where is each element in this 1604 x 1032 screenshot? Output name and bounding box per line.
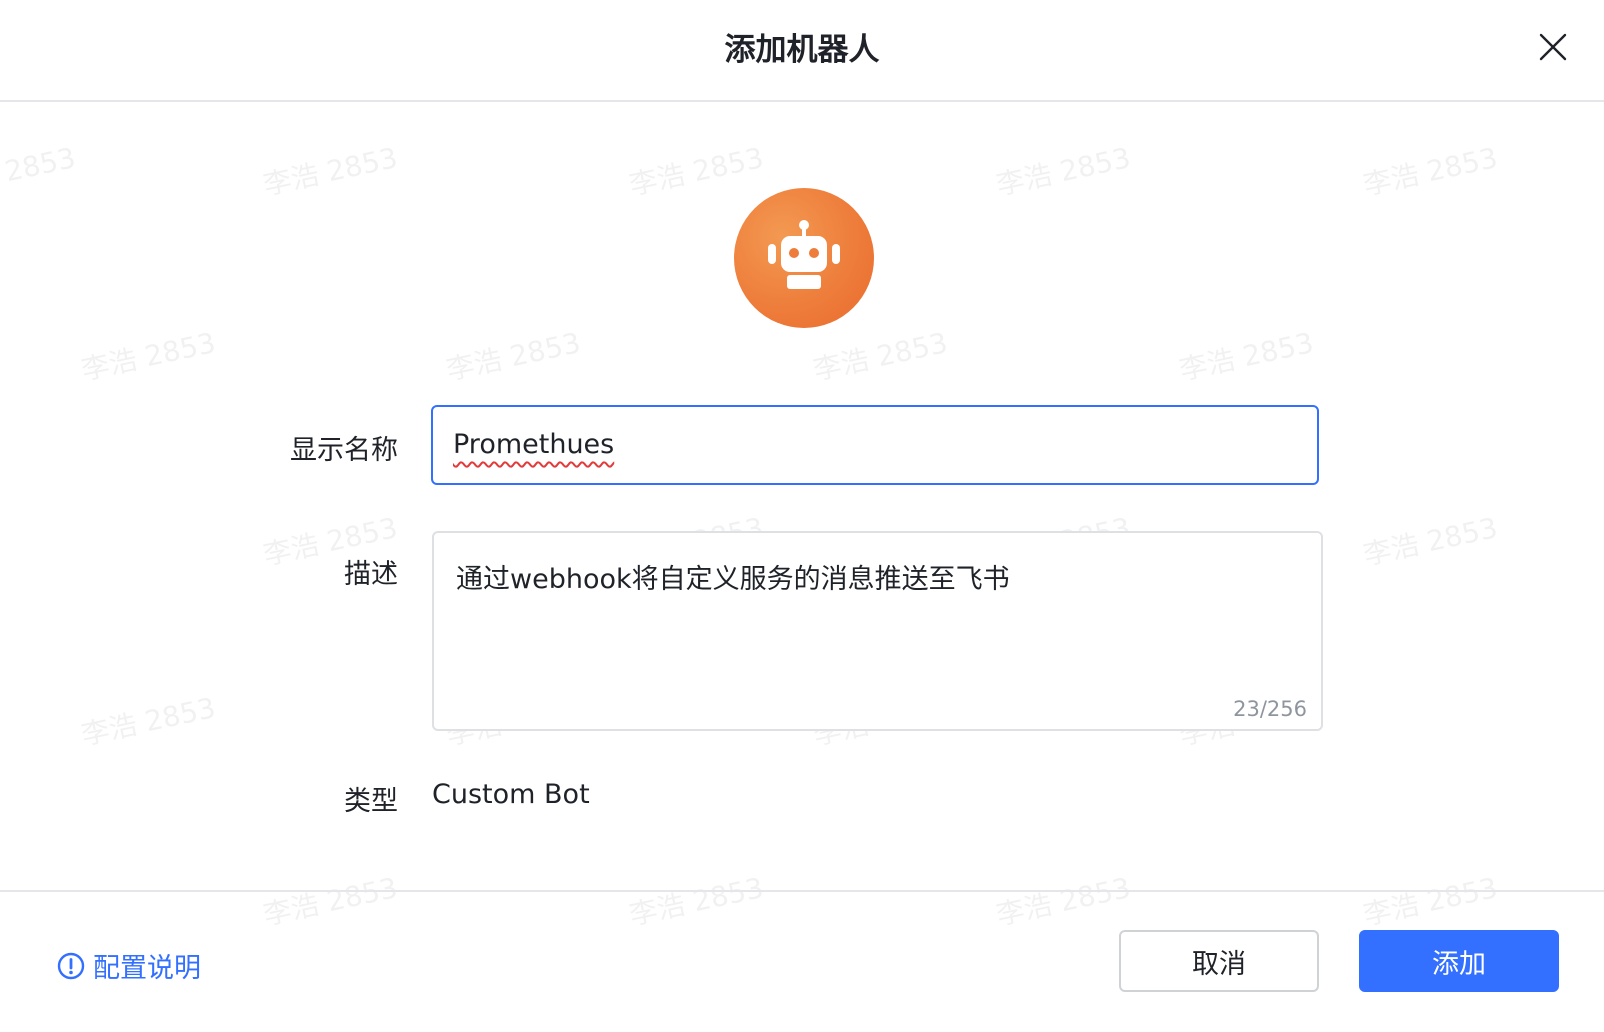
- watermark-text: 李浩 2853: [993, 141, 1134, 202]
- bot-avatar[interactable]: [734, 188, 874, 328]
- watermark-text: 李浩 2853: [810, 326, 951, 387]
- robot-icon: [768, 220, 840, 289]
- name-label: 显示名称: [290, 435, 398, 466]
- watermark-text: 李浩 2853: [1176, 326, 1317, 387]
- watermark-text: 李浩 2853: [626, 141, 767, 202]
- watermark-text: 李浩 2853: [260, 141, 401, 202]
- dialog-title: 添加机器人: [724, 32, 880, 68]
- watermark-text: 李浩 2853: [0, 141, 79, 202]
- watermark-text: 李浩 2853: [78, 691, 219, 752]
- watermark-layer: 李浩 2853 李浩 2853 李浩 2853 李浩 2853 李浩 2853 …: [0, 0, 1604, 1030]
- name-input-value: Promethues: [453, 429, 615, 460]
- watermark-text: 李浩 2853: [1360, 511, 1501, 572]
- dialog-footer: 配置说明 取消 添加: [0, 890, 1604, 1032]
- add-bot-dialog: 李浩 2853 李浩 2853 李浩 2853 李浩 2853 李浩 2853 …: [0, 0, 1604, 1030]
- config-help-label: 配置说明: [93, 953, 201, 984]
- description-value: 通过webhook将自定义服务的消息推送至飞书: [456, 564, 1010, 595]
- close-icon: [1539, 33, 1567, 61]
- config-help-link[interactable]: 配置说明: [57, 946, 201, 985]
- type-label: 类型: [344, 786, 398, 817]
- description-label: 描述: [344, 559, 398, 590]
- name-input[interactable]: Promethues: [431, 405, 1319, 485]
- close-button[interactable]: [1536, 30, 1570, 64]
- type-value: Custom Bot: [432, 779, 590, 810]
- char-counter: 23/256: [1233, 697, 1307, 721]
- add-button[interactable]: 添加: [1359, 930, 1559, 992]
- watermark-text: 李浩 2853: [443, 326, 584, 387]
- description-textarea[interactable]: 通过webhook将自定义服务的消息推送至飞书 23/256: [432, 531, 1323, 731]
- info-icon: [57, 952, 85, 979]
- watermark-text: 李浩 2853: [1360, 141, 1501, 202]
- cancel-button[interactable]: 取消: [1119, 930, 1319, 992]
- dialog-header: 添加机器人: [0, 0, 1604, 102]
- watermark-text: 李浩 2853: [78, 326, 219, 387]
